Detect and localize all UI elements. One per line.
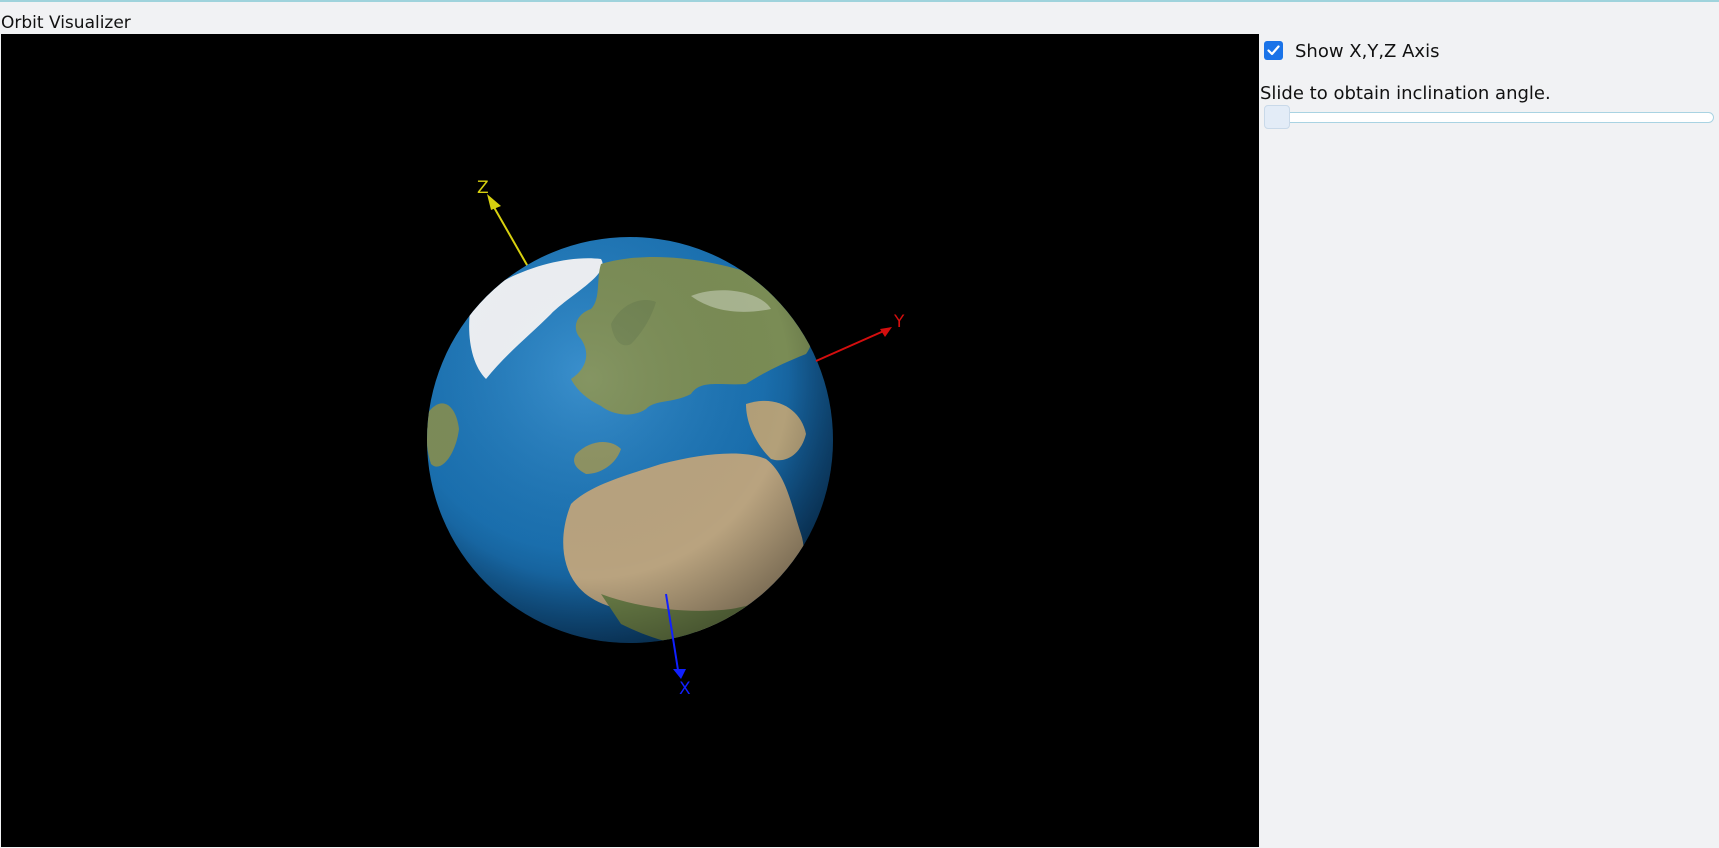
- y-axis-label: Y: [893, 312, 905, 332]
- scene-canvas[interactable]: Z Y X: [1, 34, 1259, 847]
- globe-viewport[interactable]: Z Y X: [1, 34, 1259, 847]
- inclination-slider-thumb[interactable]: [1264, 105, 1290, 129]
- inclination-slider-track[interactable]: [1264, 112, 1714, 123]
- globe-shading: [427, 237, 833, 643]
- window-top-border: [0, 0, 1719, 2]
- inclination-slider[interactable]: [1264, 105, 1715, 131]
- y-axis-line: [815, 329, 887, 362]
- x-axis-label: X: [679, 679, 691, 699]
- show-axis-checkbox[interactable]: [1264, 41, 1283, 60]
- x-axis-arrowhead: [673, 669, 686, 679]
- z-axis-arrowhead: [487, 194, 501, 210]
- z-axis-label: Z: [477, 178, 489, 198]
- show-axis-label: Show X,Y,Z Axis: [1295, 41, 1440, 62]
- z-axis: Z: [477, 178, 536, 280]
- checkmark-icon: [1267, 45, 1280, 56]
- app-title: Orbit Visualizer: [1, 13, 131, 33]
- inclination-caption: Slide to obtain inclination angle.: [1260, 83, 1551, 104]
- show-axis-toggle[interactable]: Show X,Y,Z Axis: [1264, 38, 1439, 63]
- earth-globe[interactable]: [426, 237, 833, 647]
- y-axis: Y: [815, 312, 905, 362]
- control-panel: Show X,Y,Z Axis Slide to obtain inclinat…: [1260, 34, 1719, 848]
